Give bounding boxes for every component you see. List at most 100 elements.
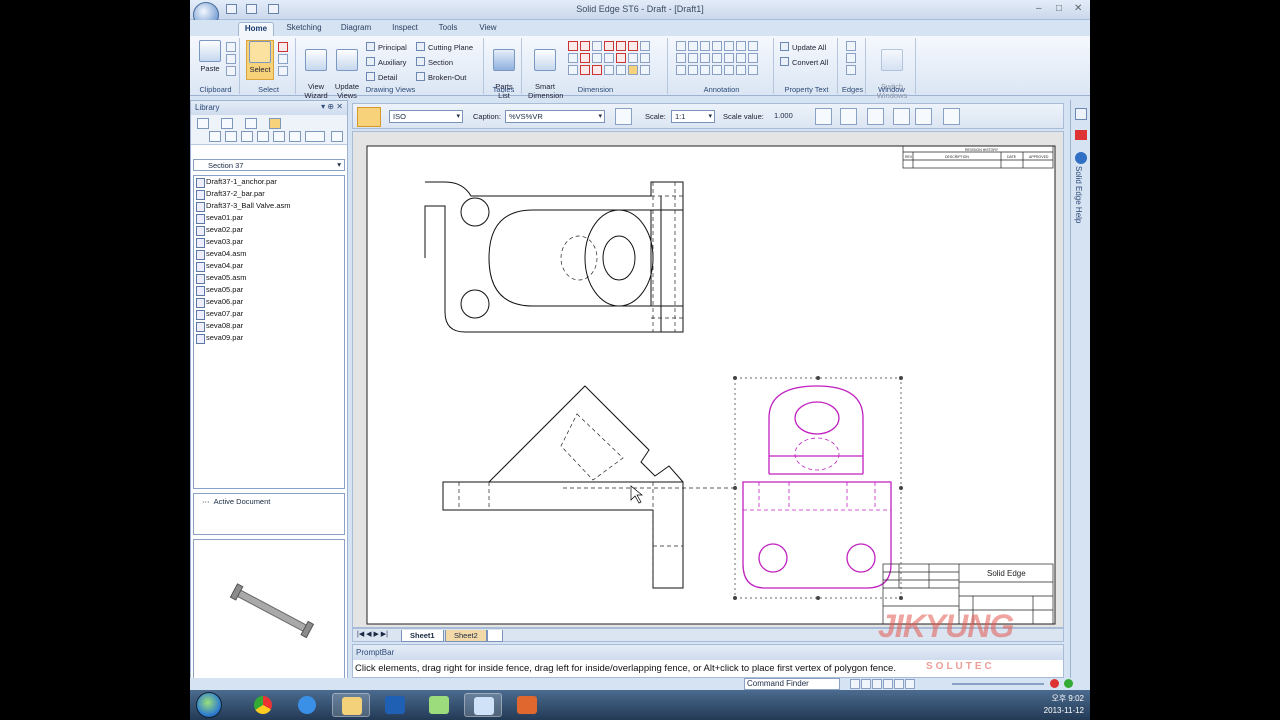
list-item[interactable]: seva04.asm [194, 248, 344, 260]
view-mode-icon[interactable] [305, 131, 325, 142]
list-item[interactable]: seva05.asm [194, 272, 344, 284]
switch-windows-icon [881, 49, 903, 71]
list-item[interactable]: seva05.par [194, 284, 344, 296]
notes-app[interactable] [420, 693, 458, 717]
right-dock: Solid Edge Help [1070, 100, 1090, 678]
list-item[interactable]: seva07.par [194, 308, 344, 320]
broken-out-button[interactable]: Broken-Out [416, 72, 466, 82]
command-finder-input[interactable]: Command Finder [744, 678, 840, 690]
cutting-plane-button[interactable]: Cutting Plane [416, 42, 473, 52]
auxiliary-button[interactable]: Auxiliary [366, 57, 406, 67]
convert-all-button[interactable]: Convert All [780, 57, 828, 67]
section-button[interactable]: Section [416, 57, 453, 67]
explorer-app[interactable] [332, 693, 370, 717]
nav-up-icon[interactable] [273, 131, 285, 142]
detail-button[interactable]: Detail [366, 72, 397, 82]
tab-view[interactable]: View [474, 22, 502, 36]
cube-wire-icon[interactable] [893, 108, 910, 125]
library-title: Library [195, 103, 220, 112]
title-bar: Solid Edge ST6 - Draft - [Draft1] – □ ✕ [190, 0, 1090, 28]
nav-left-icon[interactable] [241, 131, 253, 142]
tab-diagram[interactable]: Diagram [338, 22, 374, 36]
ie-app[interactable] [288, 693, 326, 717]
list-item[interactable]: Draft37-1_anchor.par [194, 176, 344, 188]
go-icon[interactable] [1064, 679, 1073, 688]
drawing-canvas[interactable]: REVISION HISTORY REV DESCRIPTION DATE AP… [352, 131, 1064, 628]
list-item[interactable]: seva04.par [194, 260, 344, 272]
nav-right-icon[interactable] [257, 131, 269, 142]
rotate-view-icon[interactable] [867, 108, 884, 125]
list-item[interactable]: seva06.par [194, 296, 344, 308]
add-sheet-icon[interactable] [487, 630, 503, 642]
list-item[interactable]: seva03.par [194, 236, 344, 248]
list-item[interactable]: seva09.par [194, 332, 344, 344]
clipboard-small-icons [226, 42, 236, 76]
cube-shaded-icon[interactable] [915, 108, 932, 125]
chrome-app[interactable] [244, 693, 282, 717]
edges-tool-icons[interactable] [846, 41, 856, 75]
list-item[interactable]: seva08.par [194, 320, 344, 332]
minimize-icon[interactable]: – [1036, 3, 1042, 14]
select-tool-icon[interactable] [357, 107, 381, 127]
solutec-watermark: SOLUTEC [926, 661, 995, 672]
restore-icon[interactable]: □ [1056, 3, 1062, 14]
undo-icon[interactable] [246, 4, 257, 14]
solid-edge-help-tab[interactable]: Solid Edge Help [1074, 166, 1083, 223]
list-item[interactable]: Draft37-2_bar.par [194, 188, 344, 200]
save-icon[interactable] [226, 4, 237, 14]
library-view-icon[interactable] [221, 118, 233, 129]
nav-folder-icon[interactable] [289, 131, 301, 142]
caption-properties-icon[interactable] [615, 108, 632, 125]
tab-tools[interactable]: Tools [434, 22, 462, 36]
zoom-icon[interactable] [815, 108, 832, 125]
annotation-tool-icons[interactable] [676, 41, 758, 75]
standard-select[interactable]: ISO ▾ [389, 110, 463, 123]
list-item[interactable]: seva02.par [194, 224, 344, 236]
list-item[interactable]: seva01.par [194, 212, 344, 224]
view-properties-icon[interactable] [840, 108, 857, 125]
scale-select[interactable]: 1:1 ▾ [671, 110, 715, 123]
nav-back-icon[interactable] [209, 131, 221, 142]
sheet-nav-arrows-icon[interactable]: |◀ ◀ ▶ ▶| [357, 630, 388, 638]
view-command-bar: ISO ▾ Caption: %VS%VR ▾ Scale: 1:1 ▾ Scale … [352, 103, 1064, 129]
nav-forward-icon[interactable] [225, 131, 237, 142]
clock-time[interactable]: 오후 9:02 [1044, 693, 1084, 705]
folder-select[interactable]: Section 37 ▾ [193, 159, 345, 171]
tab-sheet1[interactable]: Sheet1 [401, 630, 444, 642]
library-new-folder-icon[interactable] [269, 118, 281, 129]
paste-button[interactable]: Paste [196, 40, 224, 73]
library-folder-icon[interactable] [197, 118, 209, 129]
scale-value-input[interactable]: 1.000 [771, 110, 807, 123]
active-document-item[interactable]: ⋯ Active Document [194, 494, 344, 509]
dock-red-icon[interactable] [1075, 130, 1087, 140]
update-all-button[interactable]: Update All [780, 42, 826, 52]
lock-icon[interactable] [943, 108, 960, 125]
drawing-sheet[interactable]: REVISION HISTORY REV DESCRIPTION DATE AP… [353, 132, 1063, 627]
close-icon[interactable]: ✕ [1074, 3, 1082, 14]
caption-input[interactable]: %VS%VR ▾ [505, 110, 605, 123]
outlook-app[interactable] [376, 693, 414, 717]
select-button[interactable]: Select [246, 40, 274, 80]
dock-icon[interactable] [1075, 108, 1087, 120]
tab-sketching[interactable]: Sketching [282, 22, 326, 36]
tab-home[interactable]: Home [238, 22, 274, 36]
clock-date[interactable]: 2013-11-12 [1044, 705, 1084, 717]
description-header: DESCRIPTION [945, 155, 969, 159]
library-favorites-icon[interactable] [245, 118, 257, 129]
start-button[interactable] [196, 692, 222, 718]
redo-icon[interactable] [268, 4, 279, 14]
library-pin-close-icons[interactable]: ▾ ⊕ ✕ [321, 102, 343, 111]
zoom-slider[interactable] [952, 683, 1044, 685]
principal-button[interactable]: Principal [366, 42, 407, 52]
help-icon[interactable] [1075, 152, 1087, 164]
powerpoint-app[interactable] [508, 693, 546, 717]
tab-inspect[interactable]: Inspect [388, 22, 422, 36]
tab-sheet2[interactable]: Sheet2 [445, 630, 487, 642]
status-view-icons[interactable] [850, 679, 915, 689]
dimension-tool-icons[interactable] [568, 41, 650, 75]
solid-edge-app[interactable] [464, 693, 502, 717]
group-property-text: Update All Convert All Property Text [776, 38, 838, 94]
list-item[interactable]: Draft37-3_Ball Valve.asm [194, 200, 344, 212]
stop-icon[interactable] [1050, 679, 1059, 688]
library-search-icon[interactable] [331, 131, 343, 142]
